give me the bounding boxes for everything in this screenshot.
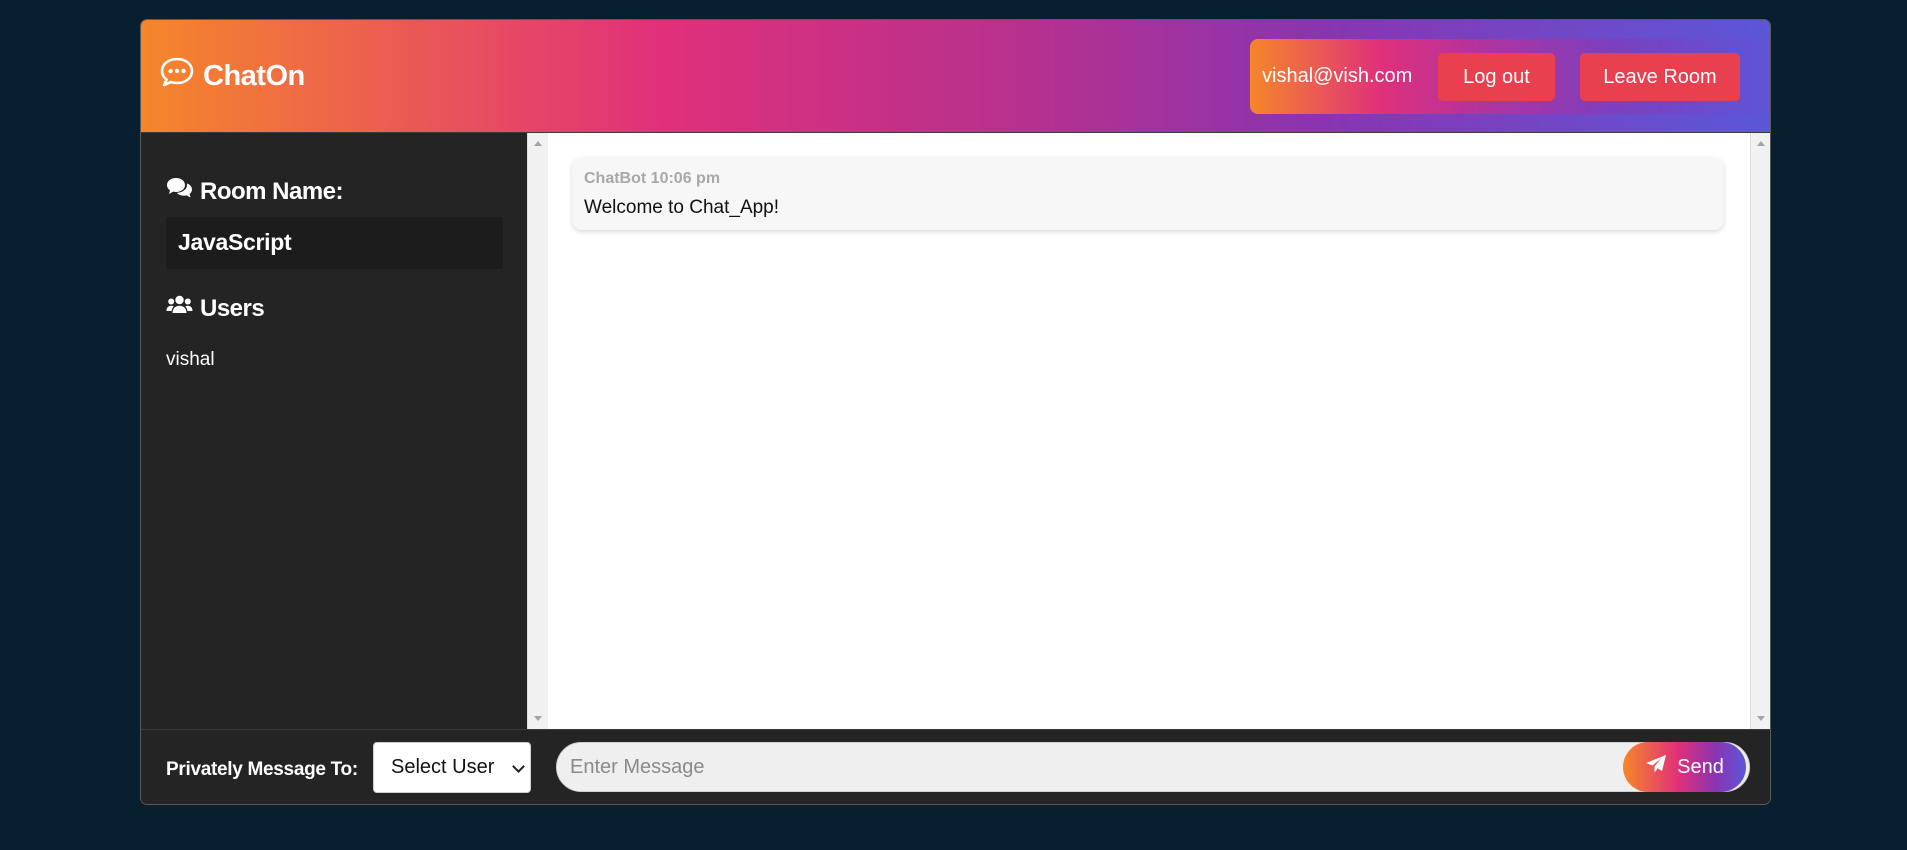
chat-messages-area: ChatBot 10:06 pm Welcome to Chat_App! (548, 133, 1750, 729)
message-meta: ChatBot 10:06 pm (584, 170, 720, 188)
users-icon (166, 294, 193, 323)
chat-sidebar: Room Name: JavaScript Users vishal (141, 133, 527, 729)
sidebar-scrollbar[interactable] (527, 133, 548, 729)
room-name-value: JavaScript (166, 217, 503, 269)
user-list-item: vishal (166, 349, 215, 370)
users-heading-label: Users (200, 294, 265, 322)
scroll-down-arrow-icon[interactable] (534, 716, 542, 721)
users-heading: Users (166, 294, 265, 323)
message-author: ChatBot (584, 170, 647, 187)
paper-plane-icon (1645, 754, 1667, 780)
room-name-heading: Room Name: (166, 177, 344, 206)
message-text: Welcome to Chat_App! (584, 197, 780, 218)
chevron-down-icon (512, 760, 525, 773)
scroll-down-arrow-icon[interactable] (1757, 716, 1765, 721)
room-heading-label: Room Name: (200, 177, 344, 205)
select-user-dropdown[interactable]: Select User (373, 742, 531, 793)
send-button[interactable]: Send (1623, 742, 1746, 792)
brand-name: ChatOn (203, 59, 305, 92)
chat-app-window: ChatOn vishal@vish.com Log out Leave Roo… (140, 19, 1771, 805)
message-time: 10:06 pm (650, 170, 721, 187)
chat-message: ChatBot 10:06 pm Welcome to Chat_App! (572, 157, 1724, 230)
private-message-label: Privately Message To: (166, 759, 358, 780)
select-user-value: Select User (391, 756, 495, 778)
message-input[interactable] (556, 742, 1750, 792)
comment-dots-icon (159, 56, 195, 96)
logout-button[interactable]: Log out (1438, 53, 1555, 101)
scroll-up-arrow-icon[interactable] (1757, 141, 1765, 146)
scroll-up-arrow-icon[interactable] (534, 141, 542, 146)
comments-icon (166, 177, 193, 206)
chat-scrollbar[interactable] (1750, 133, 1770, 729)
leave-room-button[interactable]: Leave Room (1580, 53, 1740, 101)
send-label: Send (1677, 755, 1724, 778)
brand-logo: ChatOn (159, 56, 305, 96)
app-header: ChatOn vishal@vish.com Log out Leave Roo… (141, 20, 1770, 133)
message-composer: Privately Message To: Select User Send (141, 729, 1770, 804)
user-email: vishal@vish.com (1262, 65, 1413, 87)
